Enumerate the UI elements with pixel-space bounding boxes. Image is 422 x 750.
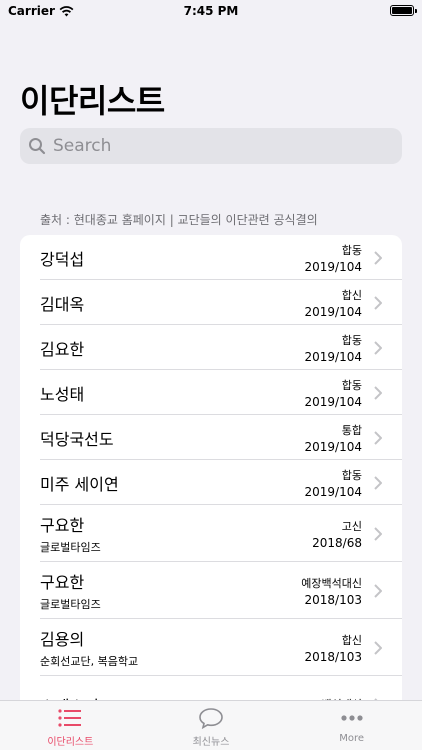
item-name: 덕당국선도 [40,429,114,449]
list-item[interactable]: 김대옥 합신 2019/104 [20,280,402,325]
chevron-right-icon [374,475,382,490]
chevron-right-icon [374,640,382,655]
tab-cult-list[interactable]: 이단리스트 [0,701,141,750]
tab-label: 이단리스트 [47,737,94,748]
item-denomination: 합동 [341,378,362,392]
tab-label: More [339,733,365,744]
item-reference: 2019/104 [304,259,363,274]
item-name: 미주 세이연 [40,474,119,494]
chevron-right-icon [374,526,382,541]
chevron-right-icon [374,340,382,355]
item-denomination: 통합 [341,423,362,437]
list-item[interactable]: 김용의순회선교단, 복음학교 합신 2018/103 [20,619,402,676]
item-reference: 2019/104 [304,439,363,454]
list-item[interactable]: 미주 세이연 합동 2019/104 [20,460,402,505]
item-name: 김요한 [40,339,85,359]
item-reference: 2018/103 [304,592,363,607]
chevron-right-icon [374,583,382,598]
item-reference: 2019/104 [304,349,363,364]
tab-more[interactable]: More [281,701,422,750]
item-name: 구요한 [40,573,85,592]
cult-list: 강덕섭 합동 2019/104 김대옥 합신 2019/104 김요한 합동 2019… [20,235,402,733]
item-name: 노성태 [40,384,85,404]
list-item[interactable]: 구요한글로벌타임즈 예장백석대신 2018/103 [20,562,402,619]
list-item[interactable]: 강덕섭 합동 2019/104 [20,235,402,280]
item-denomination: 합신 [341,288,362,302]
list-item[interactable]: 노성태 합동 2019/104 [20,370,402,415]
chevron-right-icon [374,295,382,310]
item-reference: 2019/104 [304,394,363,409]
item-organization: 순회선교단, 복음학교 [40,655,139,668]
item-organization: 글로벌타임즈 [40,541,101,554]
item-name: 구요한 [40,516,85,535]
item-reference: 2019/104 [304,304,363,319]
page-title: 이단리스트 [20,82,165,120]
search-bar[interactable] [20,128,402,164]
chevron-right-icon [374,250,382,265]
item-reference: 2019/104 [304,484,363,499]
tab-label: 최신뉴스 [192,737,230,748]
section-header: 출처 : 현대종교 홈페이지 | 교단들의 이단관련 공식결의 [40,213,318,227]
tab-latest-news[interactable]: 최신뉴스 [141,701,282,750]
list-item[interactable]: 덕당국선도 통합 2019/104 [20,415,402,460]
item-reference: 2018/68 [312,535,362,550]
item-denomination: 합동 [341,243,362,257]
item-reference: 2018/103 [304,649,363,664]
status-bar: Carrier 7:45 PM [0,0,422,22]
item-organization: 글로벌타임즈 [40,598,101,611]
item-denomination: 합신 [341,633,362,647]
search-input[interactable] [51,135,375,157]
battery-icon [390,5,417,16]
tab-bar: 이단리스트 최신뉴스 More [0,700,422,750]
status-time: 7:45 PM [183,4,239,18]
more-icon [341,715,363,721]
item-name: 김대옥 [40,294,85,314]
item-name: 김용의 [40,630,85,649]
item-name: 강덕섭 [40,249,85,269]
search-icon [29,138,46,155]
list-item[interactable]: 김요한 합동 2019/104 [20,325,402,370]
list-item[interactable]: 구요한글로벌타임즈 고신 2018/68 [20,505,402,562]
chat-bubble-icon [199,708,223,729]
chevron-right-icon [374,385,382,400]
item-denomination: 예장백석대신 [301,576,362,590]
item-denomination: 합동 [341,333,362,347]
list-icon [58,709,82,727]
chevron-right-icon [374,430,382,445]
item-denomination: 합동 [341,468,362,482]
item-denomination: 고신 [341,519,362,533]
